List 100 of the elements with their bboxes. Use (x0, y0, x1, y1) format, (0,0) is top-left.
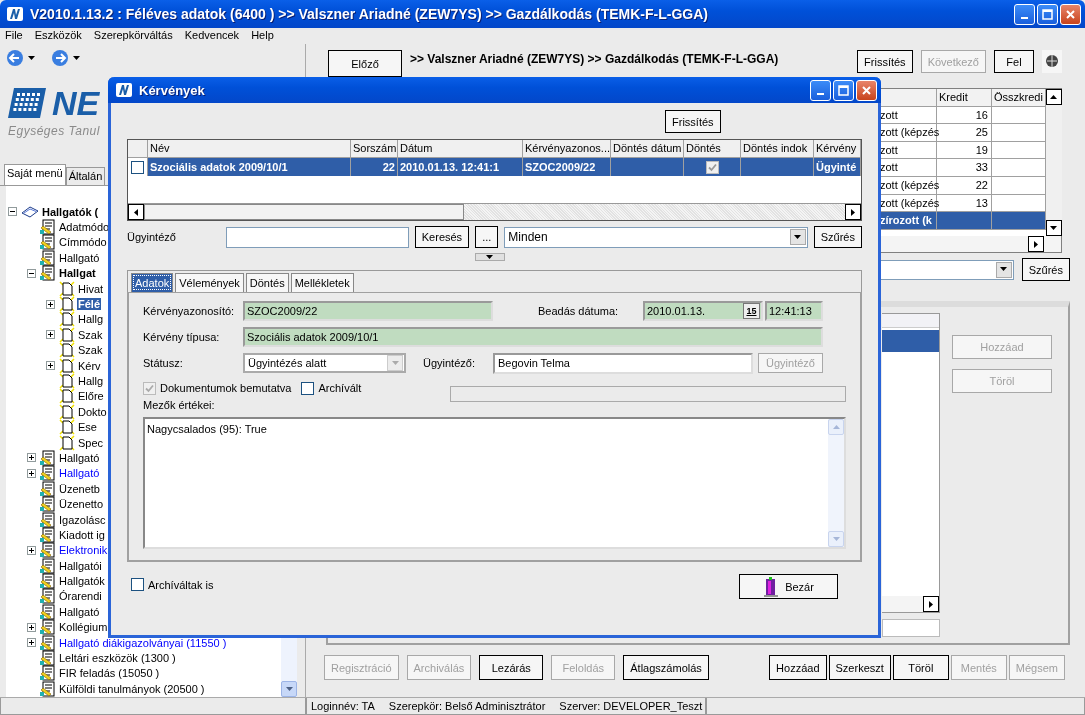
maximize-button[interactable] (1037, 3, 1058, 25)
splitter-handle[interactable] (474, 253, 505, 261)
tree-item[interactable]: Adatmódo (58, 221, 111, 234)
tree-item[interactable]: Hallgató (58, 451, 101, 464)
action-button[interactable]: Átlagszámolás (623, 655, 709, 680)
tree-item[interactable]: Külföldi tanulmányok (20500 ) (58, 682, 206, 695)
forward-icon[interactable] (51, 49, 69, 67)
officer-search-field[interactable] (225, 226, 409, 248)
tree-item[interactable]: Hallgató (58, 251, 101, 264)
tree-item[interactable]: Dokto (77, 405, 108, 418)
tree-item[interactable]: Üzenetto (58, 498, 105, 511)
tree-item[interactable]: Szak (77, 344, 104, 357)
action-button[interactable]: Szerkeszt (828, 655, 891, 680)
archived-filter-checkbox[interactable]: Archíváltak is (131, 578, 214, 591)
expand-toggle[interactable] (46, 299, 55, 309)
close-button[interactable] (1060, 3, 1081, 25)
minimize-button[interactable] (810, 79, 831, 101)
archived-checkbox[interactable]: Archívált (301, 381, 362, 395)
tree-item[interactable]: Hallgató diákigazolványai (11550 ) (58, 636, 228, 649)
expand-toggle[interactable] (27, 545, 36, 555)
toolbar-button[interactable]: Fel (994, 50, 1034, 73)
expand-toggle[interactable] (27, 638, 36, 648)
expand-toggle[interactable] (27, 622, 36, 632)
menu-item[interactable]: Szerepkörváltás (93, 28, 179, 44)
action-button[interactable]: Töröl (892, 655, 949, 680)
tab[interactable]: Adatok (131, 273, 174, 292)
menu-item[interactable]: Help (251, 28, 280, 44)
refresh-button[interactable]: Frissítés (665, 110, 721, 133)
browse-button[interactable]: ... (475, 226, 499, 248)
tree-item[interactable]: Kérv (77, 359, 102, 372)
minimize-button[interactable] (1014, 3, 1035, 25)
tree-item[interactable]: Igazolásc (58, 513, 107, 526)
tree-item[interactable]: Órarendi (58, 590, 103, 603)
column-header[interactable]: Döntés dátum (611, 140, 684, 158)
tree-item[interactable]: Előre (77, 390, 105, 403)
close-dialog-button[interactable]: Bezár (739, 574, 838, 599)
tree-item[interactable]: Címmódo (58, 236, 108, 249)
tree-item[interactable]: Hallgató (58, 467, 101, 480)
scroll-down-button[interactable] (281, 681, 297, 697)
collapse-toggle[interactable] (27, 268, 36, 278)
tree-item[interactable]: Kiadott ig (58, 528, 106, 541)
horizontal-scrollbar[interactable] (882, 596, 939, 612)
filter-dropdown[interactable] (878, 259, 1014, 280)
status-dropdown[interactable]: Minden (504, 226, 808, 248)
expand-toggle[interactable] (27, 453, 36, 463)
tree-item[interactable]: FIR feladás (15050 ) (58, 667, 161, 680)
tab[interactable]: Vélemények (175, 273, 244, 292)
toolbar-button[interactable]: Frissítés (857, 50, 913, 73)
sidebar-tab[interactable]: Általán (65, 167, 106, 185)
tree-item[interactable]: Hallgat (58, 267, 97, 280)
action-button[interactable]: Lezárás (479, 655, 544, 680)
tree-item[interactable]: Szak (77, 328, 104, 341)
tree-item[interactable]: Elektronik (58, 544, 109, 557)
column-header[interactable]: Kérvény (814, 140, 861, 158)
date-field[interactable]: 2010.01.13. 15 (643, 301, 763, 321)
maximize-button[interactable] (833, 79, 854, 101)
expand-toggle[interactable] (46, 330, 55, 340)
action-button[interactable]: Hozzáad (769, 655, 827, 680)
column-header[interactable]: Döntés indok (741, 140, 814, 158)
search-button[interactable]: Keresés (414, 226, 470, 248)
documents-checkbox[interactable]: Dokumentumok bemutatva (143, 381, 292, 395)
column-header[interactable]: Dátum (398, 140, 523, 158)
expand-toggle[interactable] (27, 468, 36, 478)
globe-button[interactable] (1042, 50, 1062, 73)
tree-item[interactable]: Hallg (77, 375, 105, 387)
collapse-toggle[interactable] (8, 207, 17, 217)
sidebar-tab[interactable]: Saját menü (4, 164, 66, 185)
tree-item[interactable]: Félé (77, 298, 101, 311)
tree-item[interactable]: Hallgató (58, 605, 101, 618)
tree-item[interactable]: Ese (77, 421, 98, 434)
tab[interactable]: Döntés (245, 273, 289, 292)
close-button[interactable] (856, 79, 877, 101)
tab[interactable]: Mellékletek (290, 273, 354, 292)
back-icon[interactable] (6, 49, 24, 67)
tree-item[interactable]: Hallgatók (58, 575, 106, 588)
tree-item[interactable]: Leltári eszközök (1300 ) (58, 652, 177, 664)
tree-item[interactable]: Hallgatói (58, 559, 103, 572)
column-header[interactable]: Kérvényazonos... (523, 140, 611, 158)
menu-item[interactable]: File (5, 28, 29, 44)
time-field[interactable]: 12:41:13 (765, 301, 823, 321)
officer-field[interactable]: Begovin Telma (493, 352, 753, 374)
input-field[interactable] (882, 619, 940, 637)
column-header[interactable]: Sorszám (351, 140, 398, 158)
tree-item[interactable]: Hivat (77, 282, 105, 295)
previous-button[interactable]: Előző (328, 50, 402, 77)
expand-toggle[interactable] (46, 361, 55, 371)
tree-item[interactable]: Kollégium (58, 621, 109, 634)
row-checkbox[interactable] (131, 160, 144, 174)
tree-item[interactable]: Hallg (77, 313, 105, 326)
status-select[interactable]: Ügyintézés alatt (243, 353, 406, 373)
filter-button[interactable]: Szűrés (813, 226, 862, 248)
column-header[interactable]: Név (148, 140, 351, 158)
tree-item[interactable]: Hallgatók ( (41, 205, 100, 218)
calendar-button[interactable]: 15 (743, 303, 760, 319)
horizontal-scrollbar[interactable] (128, 203, 861, 220)
field-values-area[interactable]: Nagycsalados (95): True (143, 417, 846, 549)
tree-item[interactable]: Spec (77, 436, 105, 449)
filter-button[interactable]: Szűrés (1021, 258, 1070, 281)
tree-item[interactable]: Üzenetb (58, 482, 101, 495)
menu-item[interactable]: Eszközök (34, 28, 88, 44)
